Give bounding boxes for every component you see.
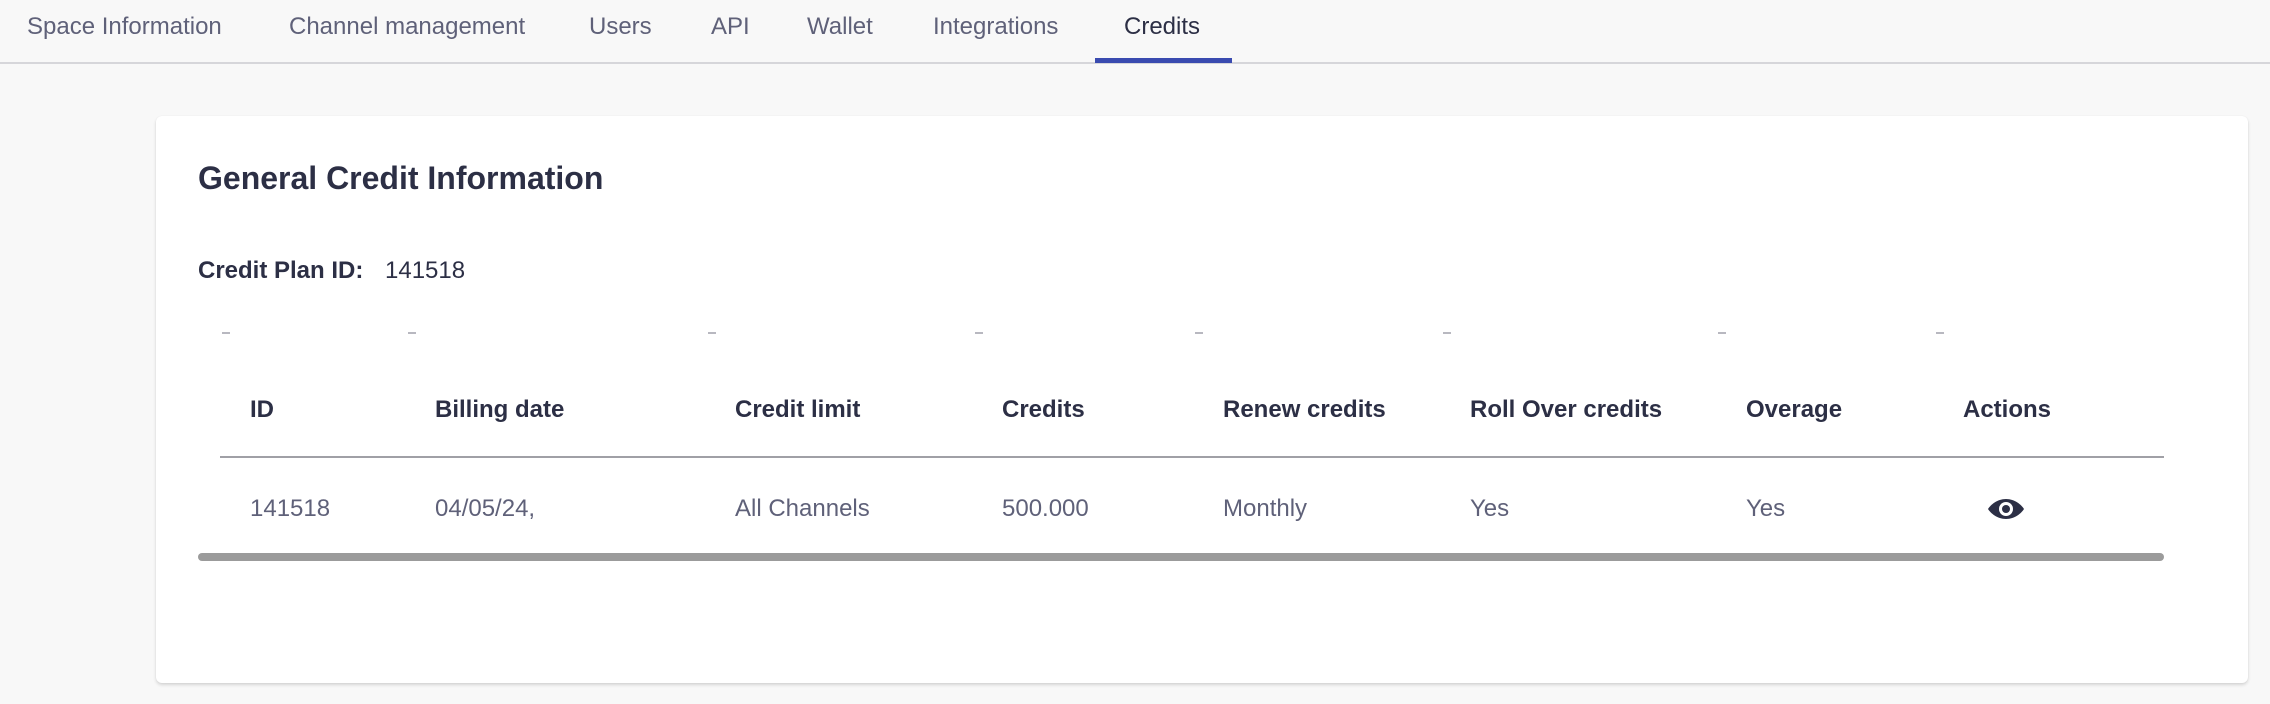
cell-renew-credits: Monthly bbox=[1223, 495, 1308, 522]
column-marker bbox=[1195, 332, 1203, 334]
active-tab-indicator bbox=[1095, 58, 1232, 63]
cell-overage: Yes bbox=[1746, 495, 1786, 522]
column-header-id[interactable]: ID bbox=[250, 396, 274, 424]
column-header-credit-limit[interactable]: Credit limit bbox=[735, 396, 860, 424]
tab-api[interactable]: API bbox=[711, 0, 750, 64]
tab-bar: Space Information Channel management Use… bbox=[0, 0, 2270, 64]
tab-credits[interactable]: Credits bbox=[1124, 0, 1200, 64]
column-header-billing-date[interactable]: Billing date bbox=[435, 396, 564, 424]
column-marker bbox=[1718, 332, 1726, 334]
column-header-renew-credits[interactable]: Renew credits bbox=[1223, 396, 1386, 424]
horizontal-scrollbar[interactable] bbox=[198, 553, 2164, 561]
column-header-roll-over-credits[interactable]: Roll Over credits bbox=[1470, 396, 1662, 424]
column-header-credits[interactable]: Credits bbox=[1002, 396, 1085, 424]
column-marker bbox=[1936, 332, 1944, 334]
column-marker bbox=[975, 332, 983, 334]
column-marker bbox=[708, 332, 716, 334]
column-marker bbox=[222, 332, 230, 334]
credit-plan-id-value: 141518 bbox=[385, 257, 466, 284]
column-marker bbox=[1443, 332, 1451, 334]
column-header-actions: Actions bbox=[1963, 396, 2052, 423]
card-title: General Credit Information bbox=[198, 160, 604, 196]
column-header-overage[interactable]: Overage bbox=[1746, 396, 1842, 424]
cell-credits: 500.000 bbox=[1002, 495, 1089, 522]
cell-billing-date: 04/05/24, bbox=[435, 495, 536, 522]
tab-integrations[interactable]: Integrations bbox=[933, 0, 1058, 64]
cell-credit-limit: All Channels bbox=[735, 495, 870, 522]
credit-plan-id-label: Credit Plan ID: bbox=[198, 257, 364, 284]
tab-channel-management[interactable]: Channel management bbox=[289, 0, 525, 64]
tab-users[interactable]: Users bbox=[589, 0, 652, 64]
eye-icon bbox=[1988, 499, 2024, 519]
view-details-button[interactable] bbox=[1986, 493, 2026, 525]
column-marker bbox=[408, 332, 416, 334]
cell-id: 141518 bbox=[250, 495, 331, 522]
tab-space-information[interactable]: Space Information bbox=[27, 0, 222, 64]
table-header-divider bbox=[220, 456, 2164, 458]
tab-wallet[interactable]: Wallet bbox=[807, 0, 873, 64]
cell-roll-over-credits: Yes bbox=[1470, 495, 1510, 522]
